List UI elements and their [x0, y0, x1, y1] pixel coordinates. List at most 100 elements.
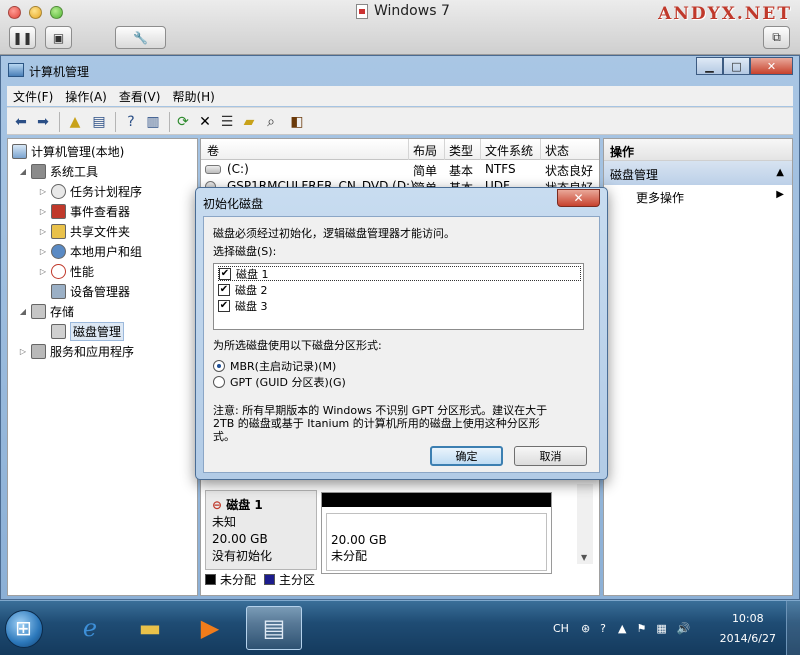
- action-center-flag-icon[interactable]: ⚑: [636, 622, 646, 635]
- host-zoom-button[interactable]: [50, 6, 63, 19]
- disk-properties-icon[interactable]: ◧: [287, 112, 307, 132]
- disk-3-checkbox[interactable]: ✔ 磁盘 3: [218, 298, 268, 313]
- collapse-icon[interactable]: ◢: [18, 307, 28, 316]
- tree-item-local-users[interactable]: ▷ 本地用户和组: [38, 242, 142, 260]
- checkbox-checked-icon: ✔: [218, 283, 230, 296]
- col-type[interactable]: 类型: [449, 142, 473, 159]
- col-layout[interactable]: 布局: [413, 142, 437, 159]
- expand-icon[interactable]: ▷: [38, 247, 48, 256]
- start-button[interactable]: [5, 610, 43, 648]
- host-close-button[interactable]: [8, 6, 21, 19]
- partition-style-label: 为所选磁盘使用以下磁盘分区形式:: [213, 339, 382, 352]
- legend-unallocated-swatch: [205, 574, 216, 585]
- menu-view[interactable]: 查看(V): [113, 88, 167, 105]
- menu-file[interactable]: 文件(F): [7, 88, 59, 105]
- help-icon[interactable]: ?: [600, 622, 606, 635]
- menu-action[interactable]: 操作(A): [59, 88, 113, 105]
- mbr-radio[interactable]: MBR(主启动记录)(M): [213, 359, 336, 373]
- close-button[interactable]: ✕: [750, 57, 793, 75]
- clock-date: 2014/6/27: [719, 632, 776, 645]
- note-line-2: 2TB 的磁盘或基于 Itanium 的计算机所用的磁盘上使用这种分区形: [213, 417, 540, 430]
- dialog-close-button[interactable]: ✕: [557, 189, 600, 207]
- show-hidden-icons-icon[interactable]: ▲: [618, 622, 626, 635]
- back-arrow-icon[interactable]: ⬅: [11, 112, 31, 132]
- more-actions[interactable]: 更多操作 ▶: [604, 185, 792, 207]
- forward-arrow-icon[interactable]: ➡: [33, 112, 53, 132]
- disk-list: ✔ 磁盘 1 ✔ 磁盘 2 ✔ 磁盘 3: [213, 263, 584, 330]
- ime-icon[interactable]: ⊛: [581, 622, 590, 635]
- show-tree-icon[interactable]: ▤: [89, 112, 109, 132]
- properties-icon[interactable]: ☰: [217, 112, 237, 132]
- toolbar: ⬅ ➡ ▲ ▤ ? ▥ ⟳ ✕ ☰ ▰ ⌕ ◧: [7, 107, 793, 135]
- ok-button[interactable]: 确定: [430, 446, 503, 466]
- device-manager-icon: [51, 283, 66, 299]
- tree-root[interactable]: 计算机管理(本地): [12, 142, 124, 160]
- vertical-scrollbar[interactable]: ▼: [577, 484, 593, 564]
- tree-item-services-apps[interactable]: ▷ 服务和应用程序: [18, 342, 134, 360]
- up-folder-icon[interactable]: ▲: [65, 112, 85, 132]
- col-volume[interactable]: 卷: [207, 142, 219, 159]
- window-mode-button[interactable]: ⧉: [763, 26, 790, 49]
- scroll-down-icon[interactable]: ▼: [581, 553, 587, 562]
- tree-item-event-viewer[interactable]: ▷ 事件查看器: [38, 202, 130, 220]
- show-action-pane-icon[interactable]: ▥: [143, 112, 163, 132]
- maximize-button[interactable]: □: [723, 57, 750, 75]
- services-icon: [31, 343, 46, 359]
- tree-item-disk-management[interactable]: 磁盘管理: [51, 321, 125, 341]
- checkbox-checked-icon: ✔: [218, 299, 230, 312]
- expand-icon[interactable]: ▷: [38, 207, 48, 216]
- expand-icon[interactable]: ▷: [38, 227, 48, 236]
- tree-item-shared-folders[interactable]: ▷ 共享文件夹: [38, 222, 130, 240]
- col-status[interactable]: 状态: [545, 142, 569, 159]
- actions-header: 操作: [604, 139, 792, 161]
- table-row[interactable]: (C:) 简单 基本 NTFS 状态良好: [201, 161, 599, 178]
- tree-item-performance[interactable]: ▷ 性能: [38, 262, 94, 280]
- tree-item-task-scheduler[interactable]: ▷ 任务计划程序: [38, 182, 142, 200]
- internet-explorer-icon[interactable]: ℯ: [62, 606, 118, 650]
- search-icon[interactable]: ⌕: [261, 112, 281, 132]
- collapse-up-icon[interactable]: ▲: [776, 167, 784, 178]
- clock[interactable]: 10:08 2014/6/27: [720, 609, 776, 649]
- menu-help[interactable]: 帮助(H): [166, 88, 220, 105]
- help-icon[interactable]: ?: [121, 112, 141, 132]
- open-folder-icon[interactable]: ▰: [239, 112, 259, 132]
- windows-restore-icon: ⧉: [772, 30, 781, 44]
- tray: CH ⊛ ? ▲ ⚑ ▦ 🔊: [553, 601, 690, 655]
- legend-primary-swatch: [264, 574, 276, 585]
- tree-item-system-tools[interactable]: ◢ 系统工具: [18, 162, 98, 180]
- explorer-folder-icon[interactable]: ▬: [122, 606, 178, 650]
- disk-label[interactable]: ⊖ 磁盘 1 未知 20.00 GB 没有初始化: [205, 490, 317, 570]
- expand-icon[interactable]: ▷: [18, 347, 28, 356]
- clock-time: 10:08: [731, 612, 764, 625]
- tools-icon: [31, 163, 46, 179]
- language-indicator[interactable]: CH: [553, 622, 569, 635]
- computer-management-task-icon[interactable]: ▤: [246, 606, 302, 650]
- pause-vm-button[interactable]: ❚❚: [9, 26, 36, 49]
- unallocated-volume[interactable]: 20.00 GB 未分配: [321, 492, 552, 574]
- actions-group-disk-management[interactable]: 磁盘管理 ▲: [604, 161, 792, 185]
- note-line-3: 式。: [213, 430, 235, 443]
- initialize-disk-dialog: 初始化磁盘 ✕ 磁盘必须经过初始化，逻辑磁盘管理器才能访问。 选择磁盘(S): …: [195, 187, 608, 480]
- expand-icon[interactable]: ▷: [38, 267, 48, 276]
- collapse-icon[interactable]: ◢: [18, 167, 28, 176]
- col-filesystem[interactable]: 文件系统: [485, 142, 533, 159]
- navigation-tree: 计算机管理(本地) ◢ 系统工具 ▷ 任务计划程序 ▷ 事件查看器 ▷ 共享文件…: [7, 138, 198, 596]
- volume-icon[interactable]: 🔊: [677, 622, 691, 635]
- settings-button[interactable]: 🔧: [115, 26, 166, 49]
- snapshot-button[interactable]: ▣: [45, 26, 72, 49]
- minimize-button[interactable]: ▁: [696, 57, 723, 75]
- cancel-button[interactable]: 取消: [514, 446, 587, 466]
- expand-icon[interactable]: ▷: [38, 187, 48, 196]
- network-icon[interactable]: ▦: [656, 622, 666, 635]
- show-desktop-button[interactable]: [786, 601, 800, 655]
- refresh-icon[interactable]: ⟳: [173, 112, 193, 132]
- disk-1-checkbox[interactable]: ✔ 磁盘 1: [218, 266, 581, 281]
- gpt-radio[interactable]: GPT (GUID 分区表)(G): [213, 375, 346, 389]
- dialog-title: 初始化磁盘: [203, 197, 264, 211]
- tree-item-storage[interactable]: ◢ 存储: [18, 302, 74, 320]
- media-player-icon[interactable]: ▶: [182, 606, 238, 650]
- delete-icon[interactable]: ✕: [195, 112, 215, 132]
- disk-2-checkbox[interactable]: ✔ 磁盘 2: [218, 282, 268, 297]
- host-minimize-button[interactable]: [29, 6, 42, 19]
- tree-item-device-manager[interactable]: 设备管理器: [51, 282, 130, 300]
